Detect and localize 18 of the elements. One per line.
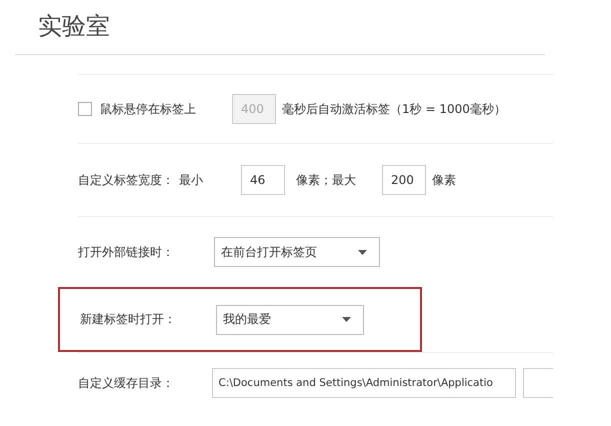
cache-path-field[interactable]: C:\Documents and Settings\Administrator\Applicatio	[212, 368, 516, 398]
option-label: 自定义缓存目录：	[78, 374, 175, 392]
max-width-field[interactable]: 200	[382, 165, 426, 195]
browse-button[interactable]	[523, 368, 553, 398]
dropdown[interactable]: 在前台打开标签页	[214, 237, 380, 267]
option-label: 像素	[432, 172, 456, 188]
dropdown[interactable]: 我的最爱	[216, 304, 364, 334]
option-label: 最小	[179, 172, 204, 188]
option-label: 鼠标悬停在标签上	[100, 100, 197, 118]
option-label: 自定义标签宽度：	[78, 172, 174, 188]
option-label: 打开外部链接时：	[78, 244, 175, 260]
caret-icon	[358, 250, 367, 254]
option-label: 毫秒后自动激活标签（1秒 = 1000毫秒）	[282, 100, 506, 118]
page-title: 实验室	[37, 11, 111, 42]
option-label: 新建标签时打开：	[80, 311, 177, 328]
min-width-field[interactable]: 46	[241, 165, 285, 195]
option-label: 像素；最大	[295, 172, 357, 188]
caret-icon	[342, 317, 351, 322]
